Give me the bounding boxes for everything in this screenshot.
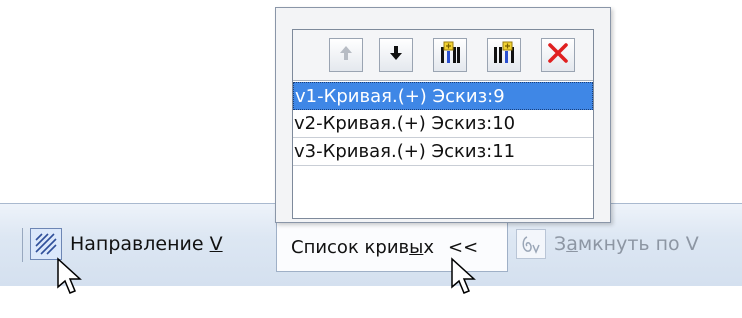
direction-hatch-icon (30, 228, 62, 260)
delete-button[interactable] (541, 38, 575, 72)
curves-panel: v1-Кривая.(+) Эскиз:9 v2-Кривая.(+) Эски… (292, 29, 594, 219)
close-by-v-button[interactable]: Замкнуть по V (510, 224, 742, 264)
mouse-cursor-icon (57, 257, 82, 294)
curves-popup: v1-Кривая.(+) Эскиз:9 v2-Кривая.(+) Эски… (275, 7, 611, 223)
collapse-arrows-icon: << (448, 236, 479, 258)
insert-before-button[interactable] (433, 38, 467, 72)
curves-list-label: Список кривых (291, 236, 435, 258)
curves-toolbar (293, 30, 593, 81)
move-up-button[interactable] (329, 38, 363, 72)
close-by-v-label: Замкнуть по V (554, 233, 699, 255)
curve-list-item[interactable]: v3-Кривая.(+) Эскиз:11 (293, 138, 593, 166)
insert-before-icon (437, 40, 463, 70)
insert-after-button[interactable] (487, 38, 521, 72)
curve-list-item[interactable]: v2-Кривая.(+) Эскиз:10 (293, 110, 593, 138)
delete-x-icon (546, 41, 570, 69)
insert-after-icon (491, 40, 517, 70)
arrow-down-icon (386, 43, 406, 67)
arrow-up-icon (336, 43, 356, 67)
move-down-button[interactable] (379, 38, 413, 72)
toolbar-lower-area (0, 286, 742, 318)
close-v-icon (516, 229, 546, 259)
direction-label: Направление V (70, 233, 223, 255)
toolbar-separator (22, 228, 23, 262)
mouse-cursor-icon (451, 257, 476, 294)
curve-list-item[interactable]: v1-Кривая.(+) Эскиз:9 (293, 82, 593, 110)
